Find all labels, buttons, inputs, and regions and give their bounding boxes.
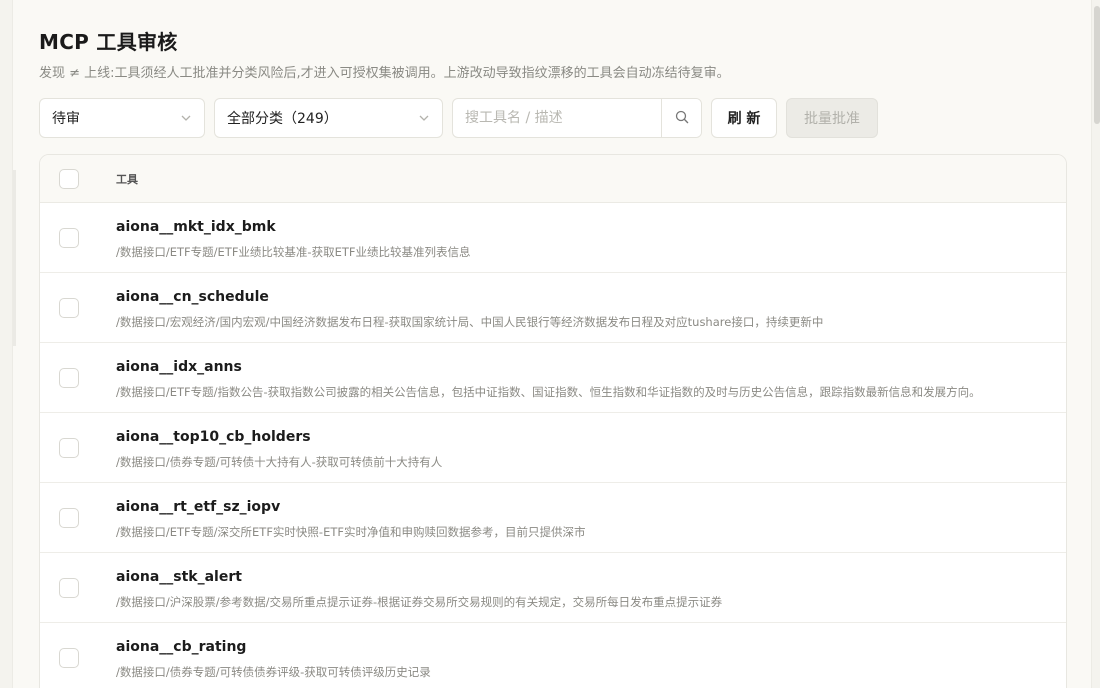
table-header: 工具 (40, 155, 1066, 203)
page-scrollbar[interactable] (1094, 0, 1100, 688)
tool-name: aiona__mkt_idx_bmk (116, 219, 276, 235)
category-filter-value: 全部分类（249） (227, 111, 338, 127)
tool-description: /数据接口/ETF专题/深交所ETF实时快照-ETF实时净值和申购赎回数据参考，… (116, 525, 586, 539)
table-row[interactable]: aiona__cb_rating /数据接口/债券专题/可转债债券评级-获取可转… (40, 623, 1066, 688)
page-title: MCP 工具审核 (39, 30, 178, 54)
page: MCP 工具审核 发现 ≠ 上线:工具须经人工批准并分类风险后,才进入可授权集被… (12, 0, 1092, 688)
tools-table: 工具 aiona__mkt_idx_bmk /数据接口/ETF专题/ETF业绩比… (39, 154, 1067, 688)
table-row[interactable]: aiona__stk_alert /数据接口/沪深股票/参考数据/交易所重点提示… (40, 553, 1066, 623)
refresh-button[interactable]: 刷 新 (711, 98, 777, 138)
table-row[interactable]: aiona__top10_cb_holders /数据接口/债券专题/可转债十大… (40, 413, 1066, 483)
chevron-down-icon (180, 112, 192, 124)
scrollbar-thumb[interactable] (1094, 6, 1100, 124)
status-filter-value: 待审 (52, 111, 80, 127)
page-subtitle: 发现 ≠ 上线:工具须经人工批准并分类风险后,才进入可授权集被调用。上游改动导致… (39, 66, 730, 81)
search-box (452, 98, 702, 138)
search-button[interactable] (661, 99, 701, 137)
row-checkbox[interactable] (59, 368, 79, 388)
search-input[interactable] (453, 99, 661, 137)
row-checkbox[interactable] (59, 228, 79, 248)
left-edge-marker (13, 170, 16, 346)
tool-description: /数据接口/宏观经济/国内宏观/中国经济数据发布日程-获取国家统计局、中国人民银… (116, 315, 824, 329)
table-row[interactable]: aiona__cn_schedule /数据接口/宏观经济/国内宏观/中国经济数… (40, 273, 1066, 343)
tool-name: aiona__top10_cb_holders (116, 429, 311, 445)
row-checkbox[interactable] (59, 298, 79, 318)
tool-name: aiona__rt_etf_sz_iopv (116, 499, 281, 515)
tool-name: aiona__idx_anns (116, 359, 242, 375)
row-checkbox[interactable] (59, 578, 79, 598)
batch-approve-button[interactable]: 批量批准 (786, 98, 878, 138)
tool-description: /数据接口/沪深股票/参考数据/交易所重点提示证券-根据证券交易所交易规则的有关… (116, 595, 723, 609)
chevron-down-icon (418, 112, 430, 124)
tool-description: /数据接口/ETF专题/指数公告-获取指数公司披露的相关公告信息，包括中证指数、… (116, 385, 981, 399)
column-header-tool: 工具 (116, 173, 138, 186)
status-filter-select[interactable]: 待审 (39, 98, 205, 138)
table-row[interactable]: aiona__mkt_idx_bmk /数据接口/ETF专题/ETF业绩比较基准… (40, 203, 1066, 273)
tool-description: /数据接口/债券专题/可转债十大持有人-获取可转债前十大持有人 (116, 455, 443, 469)
category-filter-select[interactable]: 全部分类（249） (214, 98, 443, 138)
table-row[interactable]: aiona__idx_anns /数据接口/ETF专题/指数公告-获取指数公司披… (40, 343, 1066, 413)
tool-description: /数据接口/债券专题/可转债债券评级-获取可转债评级历史记录 (116, 665, 431, 679)
row-checkbox[interactable] (59, 648, 79, 668)
select-all-checkbox[interactable] (59, 169, 79, 189)
tool-name: aiona__cn_schedule (116, 289, 269, 305)
row-checkbox[interactable] (59, 508, 79, 528)
search-icon (675, 109, 689, 128)
toolbar: 待审 全部分类（249） 刷 新 批量批准 (39, 98, 1079, 138)
tool-description: /数据接口/ETF专题/ETF业绩比较基准-获取ETF业绩比较基准列表信息 (116, 245, 471, 259)
tool-name: aiona__cb_rating (116, 639, 247, 655)
tool-name: aiona__stk_alert (116, 569, 242, 585)
table-row[interactable]: aiona__rt_etf_sz_iopv /数据接口/ETF专题/深交所ETF… (40, 483, 1066, 553)
row-checkbox[interactable] (59, 438, 79, 458)
